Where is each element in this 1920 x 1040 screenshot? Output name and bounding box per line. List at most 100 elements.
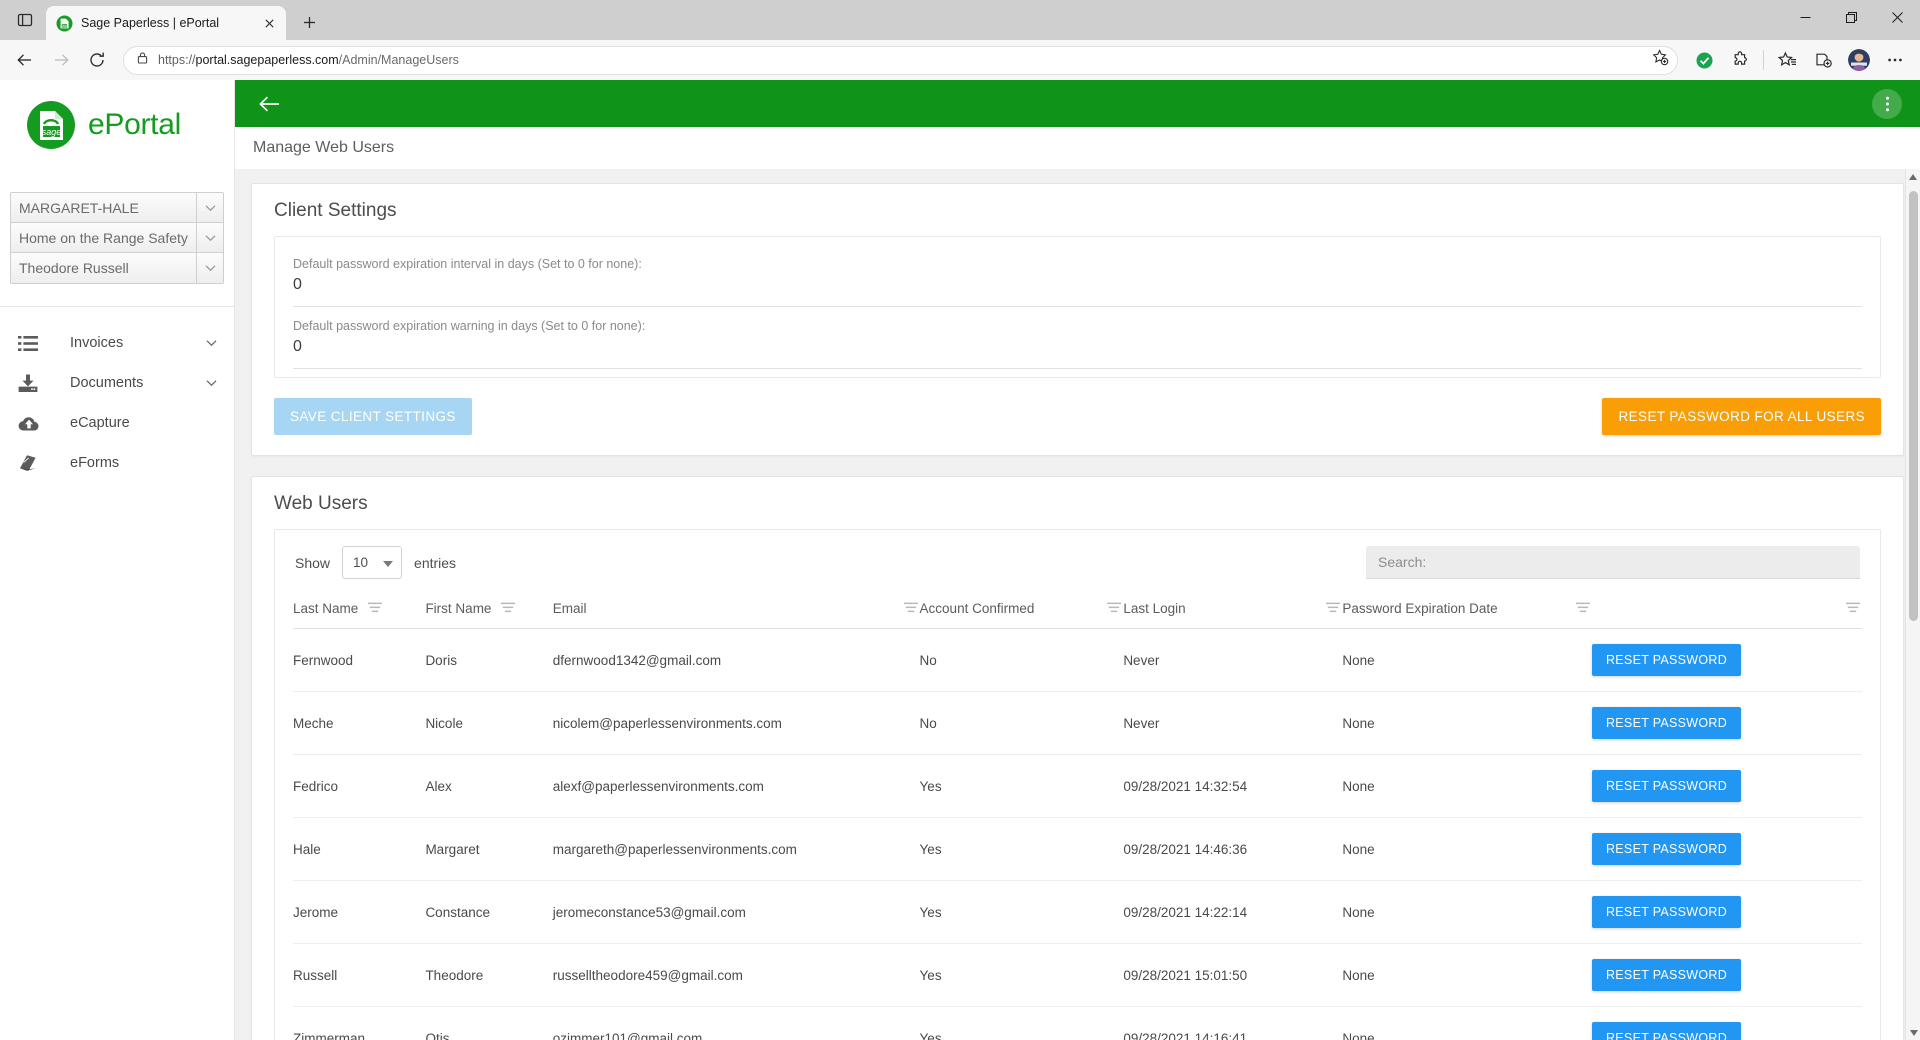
browser-window: sage Sage Paperless | ePortal https://po… — [0, 0, 1920, 1040]
sidebar-item-ecapture[interactable]: eCapture — [0, 403, 234, 443]
page-size-select[interactable]: 10 — [342, 546, 403, 579]
minimize-icon[interactable] — [1782, 0, 1828, 34]
scroll-area[interactable]: Client Settings Default password expirat… — [235, 169, 1920, 1040]
window-close-icon[interactable] — [1874, 0, 1920, 34]
forward-arrow-icon[interactable] — [44, 43, 78, 77]
show-label: Show — [295, 554, 331, 571]
column-first-name[interactable]: First Name — [425, 593, 553, 629]
reset-password-button[interactable]: RESET PASSWORD — [1591, 959, 1742, 991]
sidebar-item-label: Invoices — [70, 335, 124, 351]
cell-password-expiration: None — [1342, 817, 1592, 881]
field-value[interactable]: 0 — [293, 338, 1862, 360]
favorites-icon[interactable] — [1770, 43, 1804, 77]
table-row[interactable]: Fernwood Doris dfernwood1342@gmail.com N… — [293, 628, 1862, 692]
sidebar-item-documents[interactable]: Documents — [0, 363, 234, 403]
svg-text:sage: sage — [61, 24, 68, 28]
scrollbar-thumb[interactable] — [1909, 191, 1918, 621]
vertical-scrollbar[interactable] — [1905, 169, 1920, 1040]
cell-last-login: Never — [1123, 628, 1343, 692]
chevron-down-icon[interactable] — [196, 253, 223, 283]
sidebar-item-label: Documents — [70, 375, 144, 391]
column-last-login[interactable]: Last Login — [1123, 593, 1343, 629]
sort-icon[interactable] — [501, 601, 517, 616]
save-client-settings-button[interactable]: SAVE CLIENT SETTINGS — [274, 398, 472, 435]
scroll-up-icon[interactable] — [1906, 169, 1920, 184]
search-input[interactable] — [1366, 546, 1860, 579]
sort-icon[interactable] — [903, 601, 920, 616]
table-row[interactable]: Zimmerman Otis ozimmer101@gmail.com Yes … — [293, 1006, 1862, 1040]
chevron-down-icon[interactable] — [196, 223, 223, 252]
sidebar-item-eforms[interactable]: eForms — [0, 443, 234, 483]
web-users-title: Web Users — [274, 493, 368, 514]
sort-icon[interactable] — [1846, 601, 1862, 616]
cell-account-confirmed: No — [919, 628, 1124, 692]
password-expiration-interval-field[interactable]: Default password expiration interval in … — [293, 251, 1862, 307]
web-users-table: Last Name First Name Email Account Confi… — [293, 593, 1862, 1040]
shield-check-icon[interactable] — [1687, 43, 1721, 77]
cell-account-confirmed: Yes — [919, 943, 1124, 1007]
reset-password-button[interactable]: RESET PASSWORD — [1591, 707, 1742, 739]
chevron-down-icon[interactable] — [202, 379, 220, 387]
add-favorite-icon[interactable] — [1652, 49, 1669, 71]
sort-icon[interactable] — [368, 601, 384, 616]
more-vertical-icon[interactable] — [1872, 88, 1902, 119]
brand[interactable]: sage ePortal — [0, 80, 234, 150]
column-account-confirmed[interactable]: Account Confirmed — [919, 593, 1124, 629]
reset-password-button[interactable]: RESET PASSWORD — [1591, 644, 1742, 676]
tab-list-icon[interactable] — [6, 3, 44, 37]
reset-password-button[interactable]: RESET PASSWORD — [1591, 770, 1742, 802]
reload-icon[interactable] — [80, 43, 114, 77]
sidebar-nav: Invoices Documents eCapture eForms — [0, 306, 234, 483]
toolbar-divider — [1763, 50, 1764, 70]
column-password-expiration-date[interactable]: Password Expiration Date — [1342, 593, 1592, 629]
selector-company[interactable]: MARGARET-HALE — [11, 193, 223, 223]
back-arrow-icon[interactable] — [8, 43, 42, 77]
column-email[interactable]: Email — [552, 593, 920, 629]
address-bar[interactable]: https://portal.sagepaperless.com/Admin/M… — [123, 45, 1678, 75]
close-icon[interactable] — [258, 12, 280, 34]
cell-actions: RESET PASSWORD — [1591, 880, 1862, 944]
cell-first-name: Alex — [425, 754, 553, 818]
avatar — [1848, 49, 1870, 71]
table-row[interactable]: Hale Margaret margareth@paperlessenviron… — [293, 817, 1862, 881]
new-tab-button[interactable] — [294, 7, 324, 37]
reset-password-button[interactable]: RESET PASSWORD — [1591, 896, 1742, 928]
field-value[interactable]: 0 — [293, 276, 1862, 298]
maximize-icon[interactable] — [1828, 0, 1874, 34]
table-row[interactable]: Meche Nicole nicolem@paperlessenvironmen… — [293, 691, 1862, 755]
web-users-table-wrap: Show 10 entries Search: Last Name First … — [274, 529, 1881, 1040]
chevron-down-icon[interactable] — [202, 339, 220, 347]
password-expiration-warning-field[interactable]: Default password expiration warning in d… — [293, 313, 1862, 369]
extensions-icon[interactable] — [1723, 43, 1757, 77]
settings-more-icon[interactable] — [1878, 43, 1912, 77]
selector-company-label: MARGARET-HALE — [19, 199, 139, 216]
profile-avatar[interactable] — [1842, 43, 1876, 77]
sort-icon[interactable] — [1575, 601, 1592, 616]
sage-favicon: sage — [56, 15, 73, 32]
back-arrow-icon[interactable] — [253, 87, 287, 121]
chevron-down-icon[interactable] — [196, 193, 223, 222]
sort-icon[interactable] — [1107, 601, 1123, 616]
reset-password-button[interactable]: RESET PASSWORD — [1591, 1022, 1742, 1040]
table-row[interactable]: Jerome Constance jeromeconstance53@gmail… — [293, 880, 1862, 944]
column-label: Account Confirmed — [919, 601, 1035, 616]
window-controls — [1782, 0, 1920, 34]
column-last-name[interactable]: Last Name — [293, 593, 426, 629]
table-row[interactable]: Russell Theodore russelltheodore459@gmai… — [293, 943, 1862, 1007]
browser-toolbar: https://portal.sagepaperless.com/Admin/M… — [0, 40, 1920, 80]
selector-user[interactable]: Theodore Russell — [11, 253, 223, 283]
column-actions[interactable] — [1591, 593, 1862, 629]
column-label: Last Name — [293, 601, 359, 616]
sidebar-item-invoices[interactable]: Invoices — [0, 323, 234, 363]
cell-password-expiration: None — [1342, 1006, 1592, 1040]
show-entries-control: Show 10 entries — [295, 546, 456, 579]
reset-password-all-users-button[interactable]: RESET PASSWORD FOR ALL USERS — [1602, 398, 1881, 435]
sort-icon[interactable] — [1326, 601, 1342, 616]
table-row[interactable]: Fedrico Alex alexf@paperlessenvironments… — [293, 754, 1862, 818]
cell-email: russelltheodore459@gmail.com — [552, 943, 920, 1007]
browser-tab[interactable]: sage Sage Paperless | ePortal — [46, 6, 286, 40]
reset-password-button[interactable]: RESET PASSWORD — [1591, 833, 1742, 865]
selector-client[interactable]: Home on the Range Safety — [11, 223, 223, 253]
scroll-down-icon[interactable] — [1906, 1025, 1920, 1040]
collections-icon[interactable] — [1806, 43, 1840, 77]
